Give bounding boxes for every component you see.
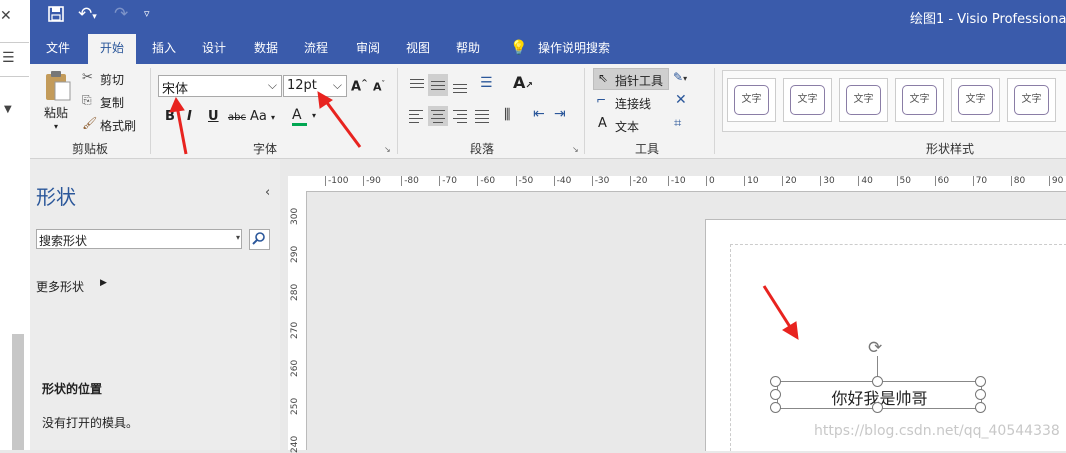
annotation-arrows xyxy=(169,91,799,340)
annotation-arrow xyxy=(323,99,362,148)
annotation-arrow xyxy=(175,105,188,155)
annotation-arrowhead xyxy=(782,321,799,340)
annotation-arrowhead xyxy=(169,96,185,113)
annotation-arrow xyxy=(762,285,794,331)
